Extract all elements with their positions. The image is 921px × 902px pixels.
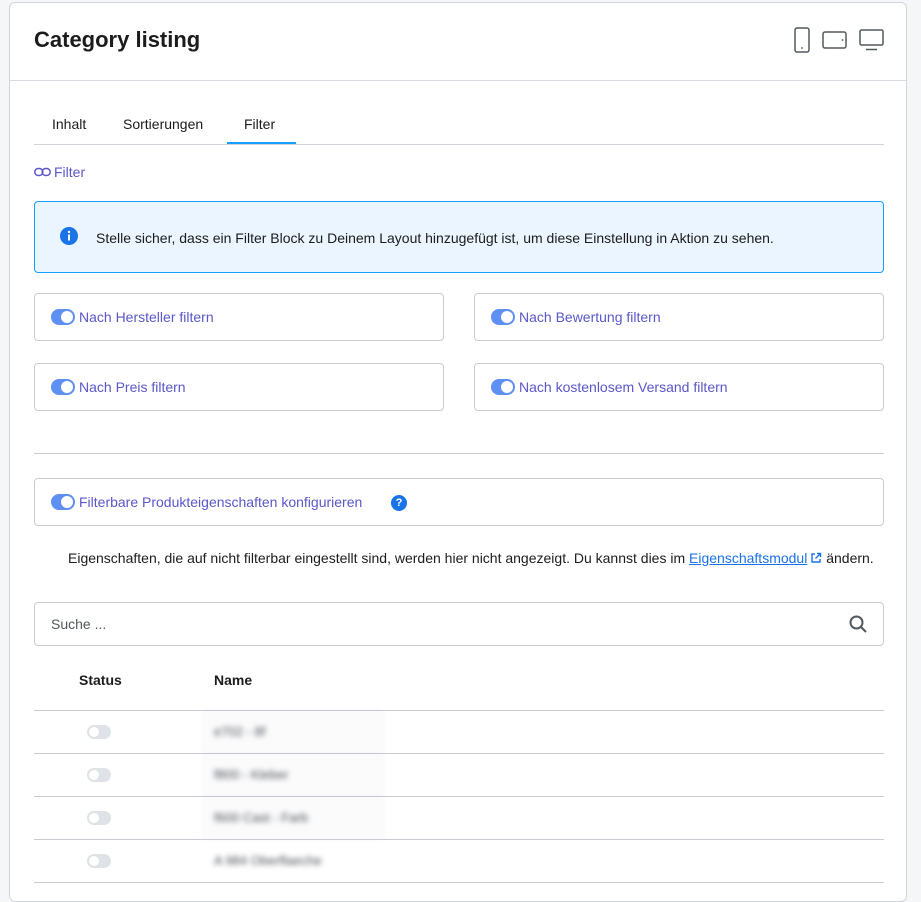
filter-rating-field: Nach Bewertung filtern (474, 293, 884, 341)
tab-bar: Inhalt Sortierungen Filter (34, 106, 884, 145)
table-row-name: f800 - Kleber (214, 767, 289, 782)
filter-manufacturer-toggle[interactable] (51, 309, 75, 325)
category-listing-card: Category listing Inhalt Sortierungen Fil… (9, 2, 907, 902)
table-row-divider (34, 839, 884, 840)
table-row-divider (34, 882, 884, 883)
filter-free-shipping-label: Nach kostenlosem Versand filtern (519, 379, 728, 395)
table-row-divider (34, 796, 884, 797)
filter-price-field: Nach Preis filtern (34, 363, 444, 411)
column-header-name[interactable]: Name (214, 672, 252, 688)
info-alert: Stelle sicher, dass ein Filter Block zu … (34, 201, 884, 273)
mobile-view-button[interactable] (794, 27, 810, 53)
tablet-icon (822, 31, 847, 49)
table-row-divider (34, 753, 884, 754)
hint-text-after: ändern. (822, 550, 874, 566)
filter-free-shipping-toggle[interactable] (491, 379, 515, 395)
search-icon[interactable] (849, 615, 867, 633)
tab-sortierungen[interactable]: Sortierungen (123, 116, 203, 132)
filter-price-toggle[interactable] (51, 379, 75, 395)
card-title: Category listing (34, 27, 201, 52)
tablet-view-button[interactable] (822, 31, 847, 49)
section-divider (34, 453, 884, 454)
external-link-icon (811, 552, 822, 563)
desktop-view-button[interactable] (859, 29, 884, 51)
properties-hint: Eigenschaften, die auf nicht filterbar e… (68, 549, 888, 567)
table-header-divider (34, 710, 884, 711)
inherit-filter-link[interactable]: Filter (34, 164, 85, 180)
row-status-toggle[interactable] (87, 811, 111, 825)
table-row-name: A 984 Oberflaeche (214, 853, 322, 868)
table-row-name: e702 - 8f (214, 724, 266, 739)
filterable-properties-label: Filterbare Produkteigenschaften konfigur… (79, 494, 363, 510)
table-row-name: f600 Cast - Farb (214, 810, 308, 825)
tab-filter[interactable]: Filter (244, 116, 275, 132)
filterable-properties-toggle[interactable] (51, 494, 75, 510)
filter-manufacturer-field: Nach Hersteller filtern (34, 293, 444, 341)
filter-free-shipping-field: Nach kostenlosem Versand filtern (474, 363, 884, 411)
search-field (34, 602, 884, 646)
card-header: Category listing (10, 3, 906, 81)
properties-module-link[interactable]: Eigenschaftsmodul (689, 550, 822, 566)
info-icon (60, 227, 78, 245)
help-icon[interactable]: ? (391, 495, 407, 511)
link-icon (34, 167, 51, 177)
filter-rating-label: Nach Bewertung filtern (519, 309, 661, 325)
filter-manufacturer-label: Nach Hersteller filtern (79, 309, 214, 325)
row-status-toggle[interactable] (87, 768, 111, 782)
inherit-filter-label: Filter (54, 164, 86, 180)
row-status-toggle[interactable] (87, 725, 111, 739)
active-tab-indicator (227, 142, 296, 144)
tab-inhalt[interactable]: Inhalt (52, 116, 86, 132)
search-input[interactable] (36, 604, 846, 644)
info-text: Stelle sicher, dass ein Filter Block zu … (96, 230, 774, 246)
filterable-properties-field: Filterbare Produkteigenschaften konfigur… (34, 478, 884, 526)
filter-price-label: Nach Preis filtern (79, 379, 186, 395)
column-header-status[interactable]: Status (79, 672, 122, 688)
desktop-icon (859, 29, 884, 51)
row-status-toggle[interactable] (87, 854, 111, 868)
hint-text-before: Eigenschaften, die auf nicht filterbar e… (68, 550, 690, 566)
mobile-icon (794, 27, 810, 53)
device-switcher (794, 27, 884, 53)
filter-rating-toggle[interactable] (491, 309, 515, 325)
